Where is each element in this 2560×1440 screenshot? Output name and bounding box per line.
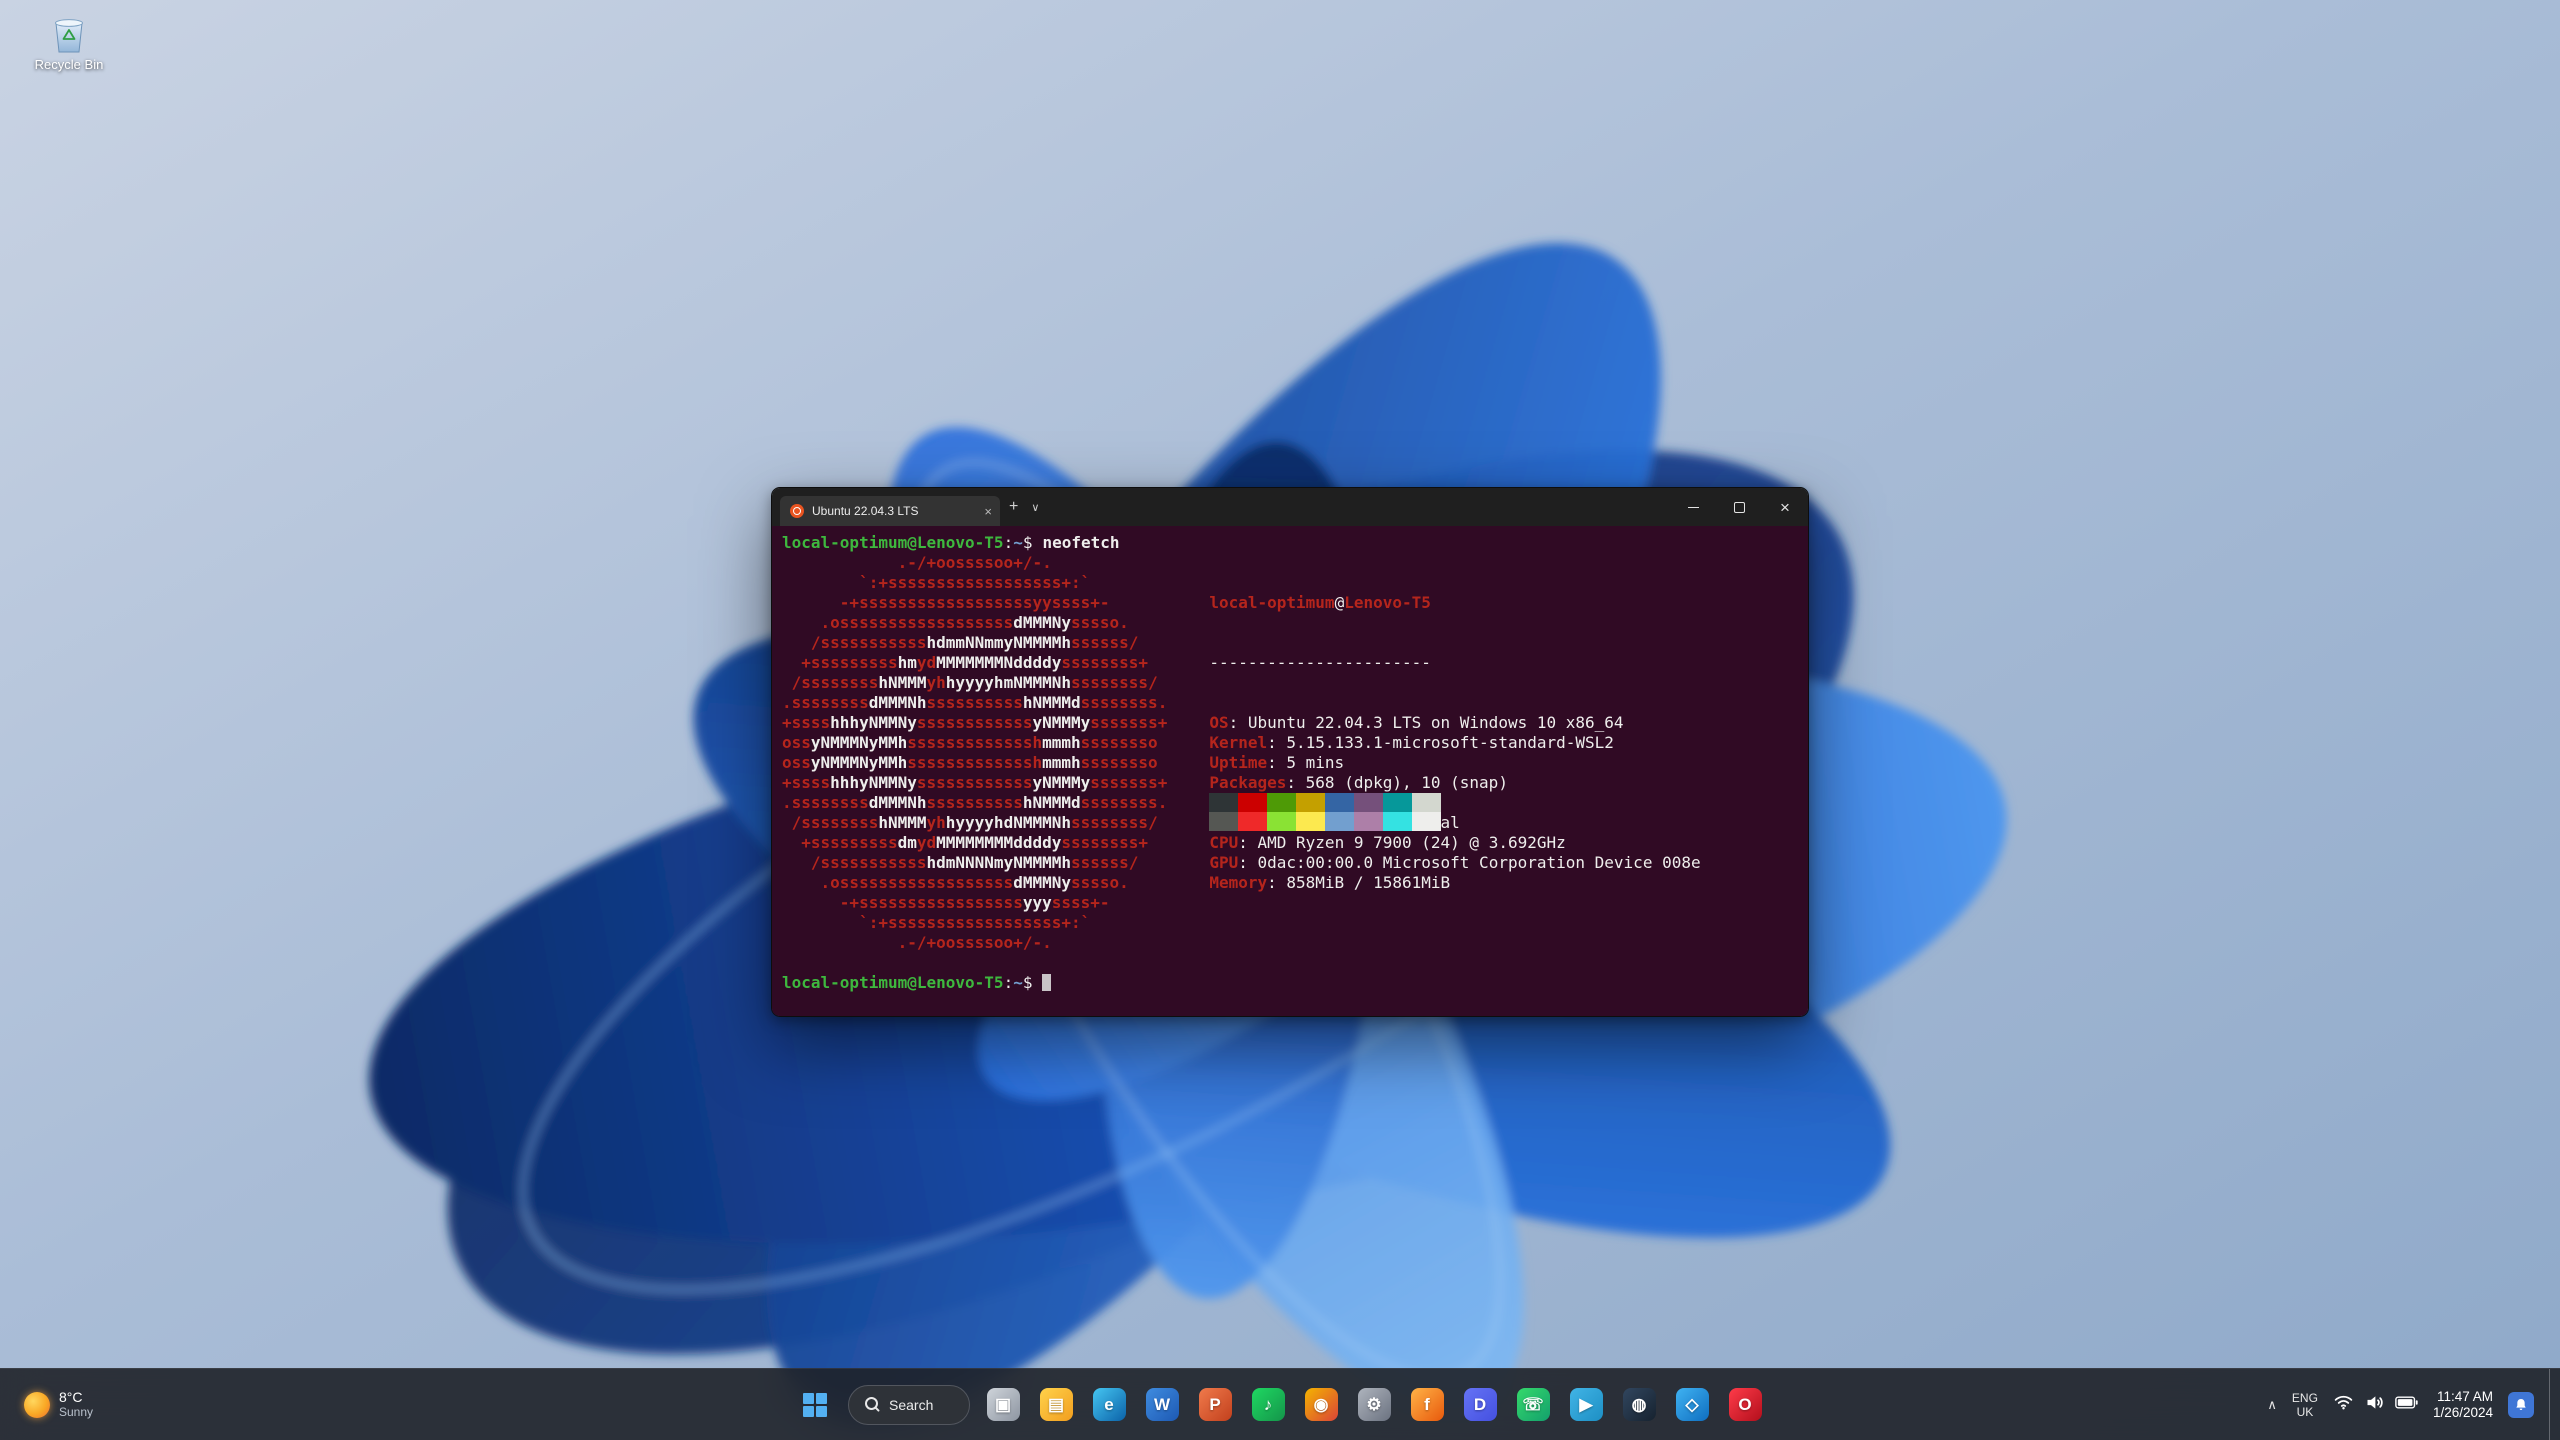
palette-color xyxy=(1412,793,1442,812)
search-box[interactable]: Search xyxy=(848,1384,970,1425)
tab-close-icon[interactable]: × xyxy=(984,505,992,518)
recycle-bin[interactable]: Recycle Bin xyxy=(14,12,124,72)
tab-title: Ubuntu 22.04.3 LTS xyxy=(812,504,919,518)
terminal-prompt-line[interactable]: local-optimum@Lenovo-T5:~$ xyxy=(782,973,1798,993)
neofetch-info-line: Packages: 568 (dpkg), 10 (snap) xyxy=(1209,773,1508,792)
notification-bell[interactable] xyxy=(2508,1391,2534,1418)
taskbar-app-discord-icon[interactable]: D xyxy=(1460,1385,1500,1425)
terminal-tab[interactable]: Ubuntu 22.04.3 LTS × xyxy=(780,496,1000,526)
new-tab-button[interactable]: + xyxy=(1000,498,1027,516)
neofetch-title: local-optimum@Lenovo-T5 xyxy=(1209,593,1431,612)
prompt-user-host: local-optimum@Lenovo-T5 xyxy=(782,973,1004,992)
desktop: Recycle Bin Ubuntu 22.04.3 LTS × + ∨ × l… xyxy=(0,0,2560,1440)
neofetch-separator: ----------------------- xyxy=(1209,653,1431,672)
neofetch-info-lines: OS: Ubuntu 22.04.3 LTS on Windows 10 x86… xyxy=(1209,713,1700,892)
minimize-button[interactable] xyxy=(1670,488,1716,526)
minimize-icon xyxy=(1687,506,1699,508)
terminal-window: Ubuntu 22.04.3 LTS × + ∨ × local-optimum… xyxy=(771,487,1809,1017)
neofetch-info: local-optimum@Lenovo-T5 ----------------… xyxy=(1209,553,1701,892)
neofetch-info-line: OS: Ubuntu 22.04.3 LTS on Windows 10 x86… xyxy=(1209,713,1624,732)
maximize-icon xyxy=(1733,501,1745,513)
palette-color xyxy=(1325,812,1355,831)
battery-icon[interactable] xyxy=(2395,1395,2418,1414)
taskbar-app-spotify-icon[interactable]: ♪ xyxy=(1248,1385,1288,1425)
ubuntu-icon xyxy=(790,504,804,518)
palette-color xyxy=(1296,793,1326,812)
tray-time: 11:47 AM xyxy=(2436,1388,2493,1404)
taskbar-app-task-view-icon[interactable]: ▣ xyxy=(983,1385,1023,1425)
taskbar-app-firefox-icon[interactable]: f xyxy=(1407,1385,1447,1425)
show-desktop-button[interactable] xyxy=(2549,1369,2556,1440)
taskbar-app-edge-icon[interactable]: e xyxy=(1089,1385,1129,1425)
prompt-user-host: local-optimum@Lenovo-T5 xyxy=(782,533,1004,552)
neofetch-info-line: Uptime: 5 mins xyxy=(1209,753,1345,772)
neofetch-info-line: Memory: 858MiB / 15861MiB xyxy=(1209,873,1451,892)
close-button[interactable]: × xyxy=(1762,488,1808,526)
taskbar-app-opera-icon[interactable]: O xyxy=(1725,1385,1765,1425)
weather-temperature: 8°C xyxy=(59,1388,83,1405)
palette-color xyxy=(1412,812,1442,831)
palette-color xyxy=(1209,793,1239,812)
taskbar-app-chrome-icon[interactable]: ◉ xyxy=(1301,1385,1341,1425)
bell-icon xyxy=(2516,1398,2526,1410)
palette-color xyxy=(1267,793,1297,812)
command-text: neofetch xyxy=(1042,533,1120,552)
palette-color xyxy=(1238,793,1268,812)
taskbar-app-file-explorer-icon[interactable]: ▤ xyxy=(1036,1385,1076,1425)
neofetch-ascii-logo: .-/+oossssoo+/-. `:+ssssssssssssssssss+:… xyxy=(782,553,1168,952)
neofetch-info-line: Kernel: 5.15.133.1-microsoft-standard-WS… xyxy=(1209,733,1614,752)
taskbar-app-telegram-icon[interactable]: ▶ xyxy=(1566,1385,1606,1425)
clock[interactable]: 11:47 AM 1/26/2024 xyxy=(2433,1389,2493,1421)
maximize-button[interactable] xyxy=(1716,488,1762,526)
palette-color xyxy=(1296,812,1326,831)
system-tray: ∧ ENG UK 11:47 AM 1/26/2024 xyxy=(2267,1369,2560,1440)
tray-expand-chevron-icon[interactable]: ∧ xyxy=(2267,1397,2277,1413)
neofetch-info-line: GPU: 0dac:00:00.0 Microsoft Corporation … xyxy=(1209,853,1701,872)
taskbar-app-powerpoint-icon[interactable]: P xyxy=(1195,1385,1235,1425)
prompt-path: ~ xyxy=(1013,973,1023,992)
taskbar-app-steam-icon[interactable]: ◍ xyxy=(1619,1385,1659,1425)
palette-color xyxy=(1383,812,1413,831)
weather-widget[interactable]: 8°C Sunny xyxy=(14,1384,103,1426)
search-label: Search xyxy=(889,1396,934,1413)
palette-color xyxy=(1238,812,1268,831)
palette-color xyxy=(1209,812,1239,831)
taskbar-app-whatsapp-icon[interactable]: ☏ xyxy=(1513,1385,1553,1425)
search-icon xyxy=(865,1397,880,1412)
taskbar-app-settings-icon[interactable]: ⚙ xyxy=(1354,1385,1394,1425)
volume-icon[interactable] xyxy=(2364,1392,2385,1418)
palette-color xyxy=(1267,812,1297,831)
tab-dropdown-chevron-icon[interactable]: ∨ xyxy=(1027,501,1043,514)
terminal-command-line: local-optimum@Lenovo-T5:~$ neofetch xyxy=(782,533,1120,552)
taskbar-app-word-icon[interactable]: W xyxy=(1142,1385,1182,1425)
neofetch-info-line: CPU: AMD Ryzen 9 7900 (24) @ 3.692GHz xyxy=(1209,833,1566,852)
taskbar-center: Search ▣ ▤ e W P ♪ ◉ ⚙ f D ☏ ▶ ◍ ◇ O xyxy=(795,1369,1765,1440)
neofetch-output: .-/+oossssoo+/-. `:+ssssssssssssssssss+:… xyxy=(782,553,1798,953)
palette-color xyxy=(1354,793,1384,812)
wifi-icon[interactable] xyxy=(2333,1392,2354,1418)
text-cursor xyxy=(1042,974,1052,991)
color-palette xyxy=(1209,793,1700,831)
weather-condition: Sunny xyxy=(59,1404,94,1419)
palette-color xyxy=(1325,793,1355,812)
taskbar: 8°C Sunny Search ▣ ▤ e W P ♪ ◉ ⚙ f D ☏ ▶ ◍ ◇ O ∧ ENG U… xyxy=(0,1368,2560,1440)
windows-logo-icon xyxy=(803,1392,827,1417)
start-button[interactable] xyxy=(795,1385,835,1425)
palette-color xyxy=(1383,793,1413,812)
tray-date: 1/26/2024 xyxy=(2432,1404,2493,1420)
taskbar-app-vscode-icon[interactable]: ◇ xyxy=(1672,1385,1712,1425)
palette-color xyxy=(1354,812,1384,831)
recycle-bin-label: Recycle Bin xyxy=(34,57,104,72)
prompt-path: ~ xyxy=(1013,533,1023,552)
titlebar-drag-area[interactable] xyxy=(1043,488,1670,526)
terminal-content[interactable]: local-optimum@Lenovo-T5:~$ neofetch .-/+o… xyxy=(772,526,1808,1016)
sun-icon xyxy=(24,1391,50,1418)
terminal-titlebar[interactable]: Ubuntu 22.04.3 LTS × + ∨ × xyxy=(772,488,1808,526)
close-icon: × xyxy=(1780,497,1790,517)
recycle-bin-icon xyxy=(55,19,83,53)
language-indicator[interactable]: ENG UK xyxy=(2292,1391,2318,1419)
